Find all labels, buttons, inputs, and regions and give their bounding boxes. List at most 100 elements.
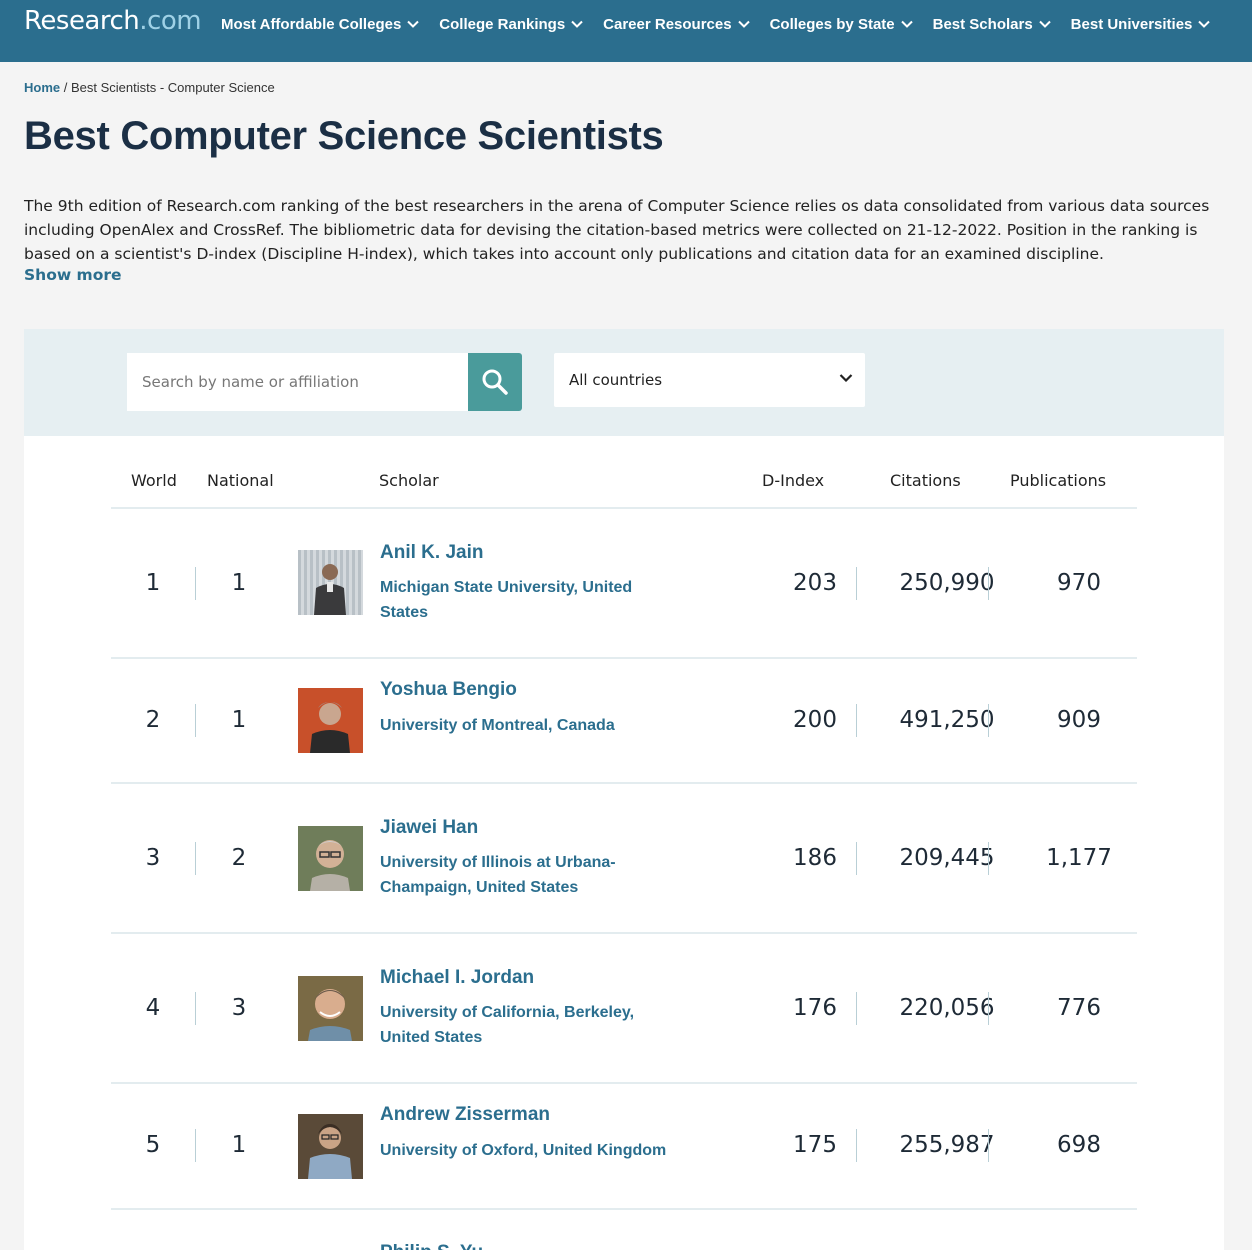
publications-value: 970 [1057,570,1101,596]
scholar-photo[interactable] [298,550,363,615]
nav-college-rankings[interactable]: College Rankings [439,14,583,34]
scholar-name[interactable]: Anil K. Jain [380,542,483,564]
column-divider [856,842,857,875]
nav-best-universities[interactable]: Best Universities [1071,14,1211,34]
scholar-name[interactable]: Philip S. Yu [380,1242,483,1250]
publications-value: 698 [1057,1132,1101,1158]
dindex-value: 176 [793,995,837,1021]
chevron-down-icon [737,20,750,28]
column-divider [856,1129,857,1162]
column-divider [988,842,989,875]
show-more-link[interactable]: Show more [24,266,122,284]
publications-value: 909 [1057,707,1101,733]
column-divider [856,567,857,600]
nav-label: Colleges by State [769,15,895,33]
breadcrumb: Home / Best Scientists - Computer Scienc… [24,80,275,95]
filter-panel: All countries [24,329,1224,436]
scholar-name[interactable]: Jiawei Han [380,817,478,839]
column-divider [195,1129,196,1162]
world-rank: 5 [145,1132,161,1158]
column-divider [988,1129,989,1162]
national-rank: 1 [231,570,247,596]
scholar-photo[interactable] [298,688,363,753]
column-divider [856,704,857,737]
nav-most-affordable-colleges[interactable]: Most Affordable Colleges [221,14,420,34]
scholar-affiliation[interactable]: University of California, Berkeley, Unit… [380,1000,655,1050]
column-header-publications[interactable]: Publications [1010,471,1106,490]
dindex-value: 186 [793,845,837,871]
column-header-world[interactable]: World [131,471,177,490]
dindex-value: 203 [793,570,837,596]
column-divider [195,992,196,1025]
scholar-photo[interactable] [298,826,363,891]
country-select-value: All countries [569,371,663,389]
table-row[interactable]: 4 3 Michael I. Jordan University of Cali… [111,934,1137,1084]
table-row[interactable]: 5 1 Andrew Zisserman University of Oxfor… [111,1084,1137,1210]
table-row[interactable]: Philip S. Yu [111,1210,1137,1250]
world-rank: 1 [145,570,161,596]
scholar-name[interactable]: Yoshua Bengio [380,679,517,701]
column-header-scholar[interactable]: Scholar [379,471,439,490]
column-divider [195,567,196,600]
page-title: Best Computer Science Scientists [24,114,664,158]
scholar-name[interactable]: Michael I. Jordan [380,967,534,989]
breadcrumb-separator: / [60,80,71,95]
chevron-down-icon [407,20,420,28]
search-input[interactable] [127,353,469,411]
national-rank: 2 [231,845,247,871]
citations-value: 255,987 [899,1132,995,1158]
search-icon [482,369,508,395]
column-divider [988,992,989,1025]
scholar-affiliation[interactable]: University of Illinois at Urbana-Champai… [380,850,650,900]
logo-main: Research [24,6,140,36]
column-header-national[interactable]: National [207,471,274,490]
nav-label: Most Affordable Colleges [221,15,402,33]
top-navigation-bar: Research.com Most Affordable Colleges Co… [0,0,1252,62]
nav-career-resources[interactable]: Career Resources [603,14,750,34]
chevron-down-icon [839,374,853,383]
table-row[interactable]: 1 1 Anil K. Jain Michigan State Universi… [111,509,1137,659]
scholar-affiliation[interactable]: University of Montreal, Canada [380,713,700,738]
breadcrumb-home-link[interactable]: Home [24,80,60,95]
nav-best-scholars[interactable]: Best Scholars [933,14,1051,34]
main-nav: Most Affordable Colleges College Ranking… [221,14,1230,34]
column-header-citations[interactable]: Citations [890,471,961,490]
site-logo[interactable]: Research.com [24,6,202,36]
nav-colleges-by-state[interactable]: Colleges by State [770,14,913,34]
citations-value: 220,056 [899,995,995,1021]
dindex-value: 200 [793,707,837,733]
table-row[interactable]: 2 1 Yoshua Bengio University of Montreal… [111,659,1137,784]
scholar-name[interactable]: Andrew Zisserman [380,1104,550,1126]
national-rank: 1 [231,707,247,733]
nav-label: Best Scholars [932,15,1033,33]
column-header-dindex[interactable]: D-Index [762,471,824,490]
search-button[interactable] [468,353,522,411]
country-select[interactable]: All countries [554,353,865,407]
scholar-photo[interactable] [298,976,363,1041]
breadcrumb-current: Best Scientists - Computer Science [70,80,275,95]
chevron-down-icon [571,20,583,28]
nav-label: Career Resources [603,15,732,33]
dindex-value: 175 [793,1132,837,1158]
logo-suffix: .com [139,6,202,36]
chevron-down-icon [1038,20,1051,28]
column-divider [856,992,857,1025]
chevron-down-icon [1198,20,1211,28]
national-rank: 3 [231,995,247,1021]
publications-value: 776 [1057,995,1101,1021]
world-rank: 2 [145,707,161,733]
column-divider [988,567,989,600]
chevron-down-icon [900,20,913,28]
citations-value: 491,250 [899,707,995,733]
nav-label: College Rankings [439,15,566,33]
intro-text: The 9th edition of Research.com ranking … [24,197,1210,263]
citations-value: 250,990 [899,570,995,596]
scholar-affiliation[interactable]: University of Oxford, United Kingdom [380,1138,700,1163]
publications-value: 1,177 [1046,845,1112,871]
world-rank: 4 [145,995,161,1021]
scholar-affiliation[interactable]: Michigan State University, United States [380,575,670,625]
table-row[interactable]: 3 2 Jiawei Han University of Illinois at… [111,784,1137,934]
scholar-photo[interactable] [298,1114,363,1179]
column-divider [988,704,989,737]
nav-label: Best Universities [1070,15,1193,33]
